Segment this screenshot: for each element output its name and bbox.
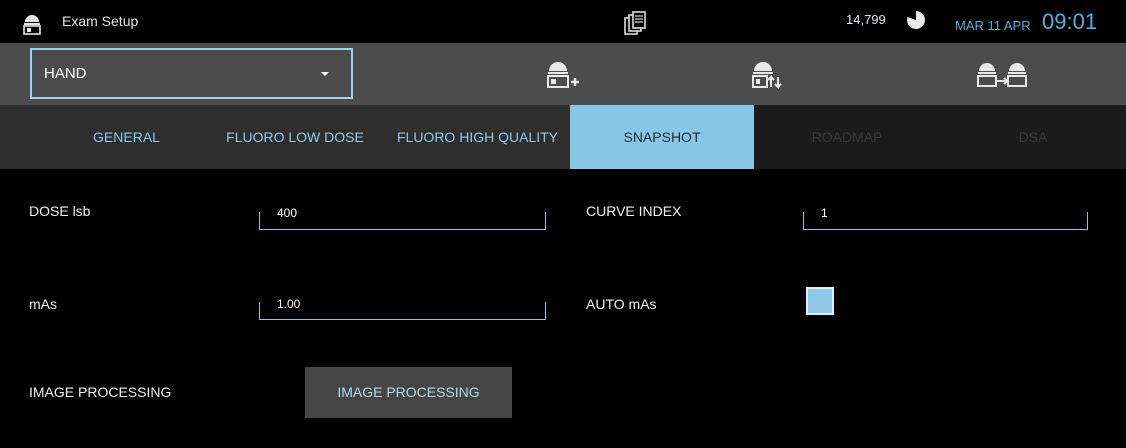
pie-icon [906, 11, 925, 29]
copies-icon[interactable] [624, 10, 646, 36]
tab-roadmap: ROADMAP [754, 105, 940, 169]
add-patient-icon [547, 62, 579, 88]
patient-sort-button[interactable] [712, 43, 822, 105]
patient-transfer-icon [977, 63, 1027, 87]
auto-mas-label: AUTO mAs [586, 296, 657, 312]
auto-mas-checkbox[interactable] [806, 287, 834, 315]
tab-dsa: DSA [940, 105, 1126, 169]
image-processing-label: IMAGE PROCESSING [29, 384, 172, 400]
chevron-down-icon [321, 72, 329, 76]
curve-index-label: CURVE INDEX [586, 203, 682, 219]
title-bar: Exam Setup 14,799 MAR 11 APR 09:01 [0, 0, 1126, 43]
tab-general[interactable]: GENERAL [30, 105, 223, 169]
patient-sort-icon [752, 62, 782, 90]
mas-value: 1.00 [277, 297, 301, 311]
curve-index-value: 1 [821, 206, 828, 220]
time-label: 09:01 [1042, 9, 1098, 34]
tab-bar: GENERAL FLUORO LOW DOSE FLUORO HIGH QUAL… [0, 105, 1126, 169]
dose-label: DOSE lsb [29, 203, 91, 219]
protocol-dropdown[interactable]: HAND [30, 48, 353, 99]
protocol-value: HAND [44, 65, 87, 82]
dose-field[interactable] [259, 212, 546, 230]
image-processing-button[interactable]: IMAGE PROCESSING [305, 367, 512, 418]
user-badge-icon [23, 15, 41, 35]
add-patient-button[interactable] [506, 43, 616, 105]
counter-value: 14,799 [846, 12, 886, 27]
mas-label: mAs [29, 296, 57, 312]
tab-snapshot[interactable]: SNAPSHOT [570, 105, 754, 169]
patient-transfer-button[interactable] [947, 43, 1057, 105]
dose-value: 400 [277, 206, 298, 220]
tab-fluoro-high-quality[interactable]: FLUORO HIGH QUALITY [385, 105, 570, 169]
date-label: MAR 11 APR [955, 18, 1031, 33]
mas-field[interactable] [259, 302, 546, 320]
curve-index-field[interactable] [803, 212, 1088, 230]
app-title: Exam Setup [62, 13, 139, 29]
tab-fluoro-low-dose[interactable]: FLUORO LOW DOSE [205, 105, 385, 169]
